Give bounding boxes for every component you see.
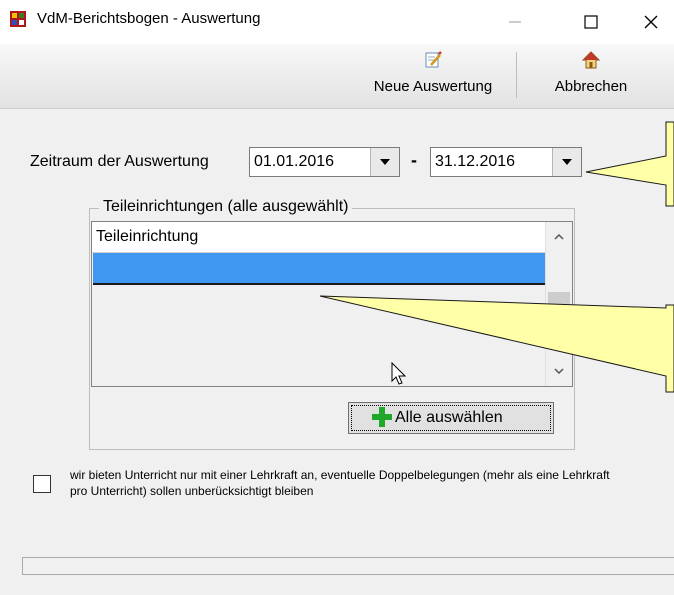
scroll-up-button[interactable] xyxy=(546,222,572,252)
scroll-thumb[interactable] xyxy=(548,292,570,306)
toolbar: Neue Auswertung Abbrechen xyxy=(0,44,674,109)
list-item-selected[interactable] xyxy=(93,253,545,285)
minimize-icon xyxy=(509,21,521,23)
list-column-header[interactable]: Teileinrichtung xyxy=(92,222,546,253)
date-to-dropdown[interactable]: 31.12.2016 xyxy=(430,147,582,177)
date-from-dropdown[interactable]: 01.01.2016 xyxy=(249,147,400,177)
chevron-down-icon xyxy=(554,368,564,374)
title-bar: VdM-Berichtsbogen - Auswertung xyxy=(0,0,674,44)
maximize-button[interactable] xyxy=(568,0,614,44)
date-separator: - xyxy=(411,150,417,170)
neue-auswertung-label: Neue Auswertung xyxy=(373,78,493,95)
edit-document-icon xyxy=(425,51,442,68)
zeitraum-label: Zeitraum der Auswertung xyxy=(30,153,209,170)
date-from-arrow[interactable] xyxy=(370,148,399,176)
date-to-arrow[interactable] xyxy=(552,148,581,176)
teileinrichtungen-list[interactable]: Teileinrichtung xyxy=(91,221,573,387)
abbrechen-button[interactable]: Abbrechen xyxy=(522,50,660,104)
alle-auswaehlen-label: Alle auswählen xyxy=(395,409,503,426)
dropdown-arrow-icon xyxy=(380,159,390,165)
alle-auswaehlen-button[interactable]: Alle auswählen xyxy=(348,402,554,434)
app-icon xyxy=(10,11,26,27)
chevron-up-icon xyxy=(554,234,564,240)
callout-top xyxy=(585,121,674,207)
column-header-label: Teileinrichtung xyxy=(96,228,199,245)
doppelbelegung-checkbox[interactable] xyxy=(33,475,51,493)
abbrechen-label: Abbrechen xyxy=(554,78,628,95)
home-icon xyxy=(581,51,601,69)
maximize-icon xyxy=(584,15,598,29)
date-to-value: 31.12.2016 xyxy=(435,153,516,170)
window-title: VdM-Berichtsbogen - Auswertung xyxy=(37,10,261,27)
close-button[interactable] xyxy=(628,0,674,44)
close-icon xyxy=(644,15,658,29)
doppelbelegung-label: wir bieten Unterricht nur mit einer Lehr… xyxy=(70,468,610,498)
dropdown-arrow-icon xyxy=(562,159,572,165)
teileinrichtungen-legend: Teileinrichtungen (alle ausgewählt) xyxy=(99,198,353,216)
status-bar xyxy=(22,557,674,575)
neue-auswertung-button[interactable]: Neue Auswertung xyxy=(356,50,510,104)
toolbar-separator xyxy=(516,52,517,98)
mouse-cursor-icon xyxy=(391,362,407,385)
minimize-button[interactable] xyxy=(492,0,538,44)
scroll-down-button[interactable] xyxy=(546,356,572,386)
plus-icon xyxy=(372,407,392,427)
list-scrollbar[interactable] xyxy=(545,222,572,386)
date-from-value: 01.01.2016 xyxy=(254,153,335,170)
